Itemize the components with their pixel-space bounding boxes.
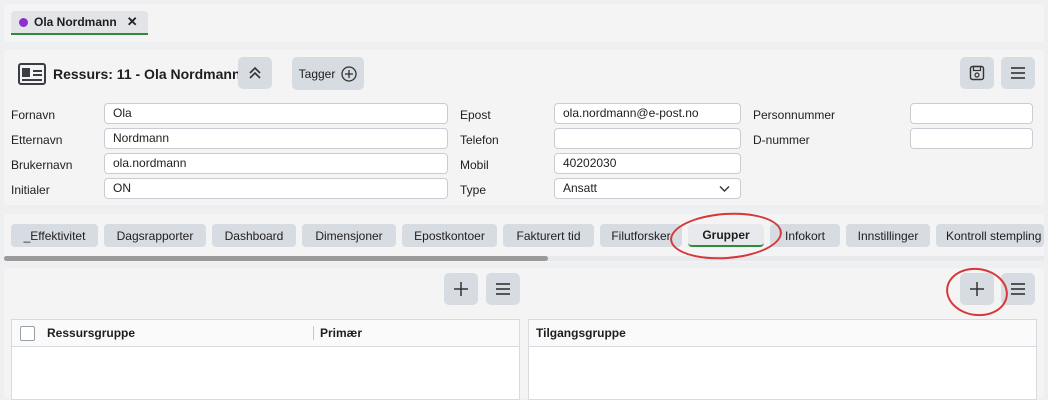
access-group-grid: Tilgangsgruppe [528, 319, 1037, 400]
initialer-label: Initialer [11, 183, 50, 197]
dnummer-input[interactable] [910, 128, 1033, 149]
tab-epostkontoer[interactable]: Epostkontoer [402, 224, 497, 247]
add-access-group-button[interactable] [960, 273, 994, 305]
tab-fakturert-tid[interactable]: Fakturert tid [503, 224, 594, 247]
type-label: Type [460, 183, 487, 197]
etternavn-label: Etternavn [11, 133, 63, 147]
etternavn-input[interactable]: Nordmann [104, 128, 448, 149]
telefon-input[interactable] [554, 128, 741, 149]
telefon-label: Telefon [460, 133, 499, 147]
fornavn-label: Fornavn [11, 108, 56, 122]
menu-icon [1011, 67, 1025, 79]
close-icon[interactable]: ✕ [127, 14, 138, 30]
plus-icon [970, 282, 984, 296]
brukernavn-input[interactable]: ola.nordmann [104, 153, 448, 174]
type-select[interactable]: Ansatt [554, 178, 741, 199]
tab-scrollbar-thumb[interactable] [4, 256, 548, 261]
plus-icon [454, 282, 468, 296]
add-resource-group-button[interactable] [444, 273, 478, 305]
collapse-button[interactable] [238, 57, 272, 89]
header-menu-button[interactable] [1001, 57, 1035, 89]
grid-header: Tilgangsgruppe [529, 320, 1036, 347]
column-header-tilgangsgruppe[interactable]: Tilgangsgruppe [536, 326, 626, 340]
type-select-value: Ansatt [563, 181, 598, 195]
column-header-primaer[interactable]: Primær [320, 326, 362, 340]
tab-filutforsker[interactable]: Filutforsker [600, 224, 682, 247]
dnummer-label: D-nummer [753, 133, 810, 147]
column-header-ressursgruppe[interactable]: Ressursgruppe [47, 326, 307, 340]
menu-icon [1011, 283, 1025, 295]
epost-label: Epost [460, 108, 491, 122]
tab-grupper[interactable]: Grupper [688, 224, 764, 247]
open-records-bar [4, 4, 1044, 42]
select-all-checkbox[interactable] [20, 325, 35, 341]
tab-kontroll-stempling[interactable]: Kontroll stempling [936, 224, 1044, 247]
tagger-button[interactable]: Tagger [292, 57, 364, 90]
personnummer-input[interactable] [910, 103, 1033, 124]
tab-innstillinger[interactable]: Innstillinger [846, 224, 930, 247]
status-dot-icon [19, 17, 28, 27]
tagger-label: Tagger [298, 66, 336, 81]
open-record-tab[interactable]: Ola Nordmann ✕ [11, 11, 148, 35]
chevron-down-icon [719, 186, 730, 192]
epost-input[interactable]: ola.nordmann@e-post.no [554, 103, 741, 124]
resource-group-grid: Ressursgruppe Primær [11, 319, 520, 400]
access-group-menu-button[interactable] [1001, 273, 1035, 305]
tab-infokort[interactable]: Infokort [770, 224, 840, 247]
save-button[interactable] [960, 57, 994, 89]
tab-dagsrapporter[interactable]: Dagsrapporter [104, 224, 206, 247]
personnummer-label: Personnummer [753, 108, 836, 122]
mobil-input[interactable]: 40202030 [554, 153, 741, 174]
initialer-input[interactable]: ON [104, 178, 448, 199]
tab-dimensjoner[interactable]: Dimensjoner [302, 224, 396, 247]
save-icon [969, 65, 985, 81]
id-card-icon [18, 63, 46, 88]
fornavn-input[interactable]: Ola [104, 103, 448, 124]
column-divider [313, 326, 314, 340]
tab-effektivitet[interactable]: _Effektivitet [11, 224, 98, 247]
resource-group-menu-button[interactable] [486, 273, 520, 305]
tab-dashboard[interactable]: Dashboard [212, 224, 296, 247]
mobil-label: Mobil [460, 158, 489, 172]
menu-icon [496, 283, 510, 295]
chevron-double-up-icon [249, 66, 261, 79]
open-record-label: Ola Nordmann [34, 15, 117, 29]
brukernavn-label: Brukernavn [11, 158, 73, 172]
plus-circle-icon [341, 65, 357, 82]
grid-header: Ressursgruppe Primær [12, 320, 519, 347]
page-title: Ressurs: 11 - Ola Nordmann [53, 66, 241, 82]
